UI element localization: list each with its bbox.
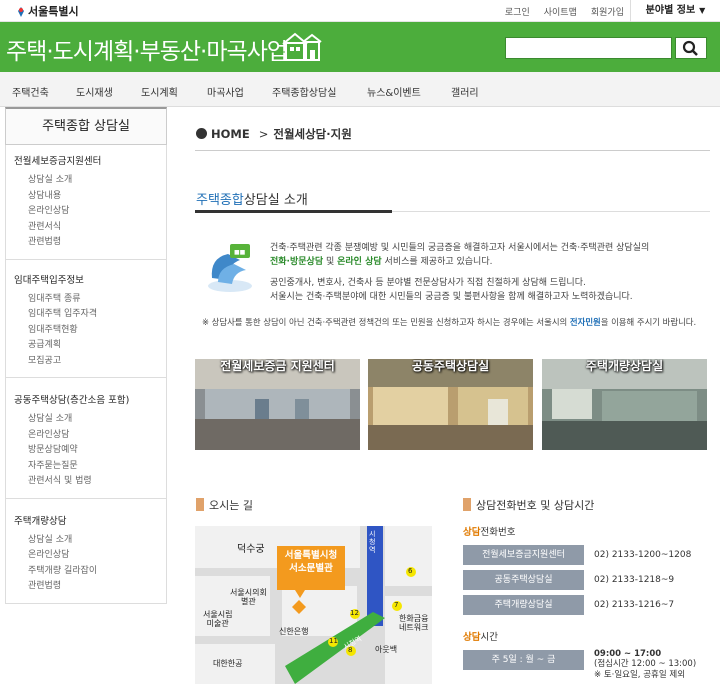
phone-number: 02) 2133-1216~7 [594, 600, 675, 610]
search-input[interactable] [505, 37, 672, 59]
phone-label-deposit: 전월세보증금지원센터 [463, 545, 584, 565]
top-links: 로그인 사이트맵 회원가입 [491, 5, 624, 18]
contact-heading: 상담전화번호 및 상담시간 [463, 497, 594, 513]
nav-housing-building[interactable]: 주택건축 [12, 84, 49, 99]
main-nav: 주택건축 도시재생 도시계획 마곡사업 주택종합상담실 뉴스&이벤트 갤러리 [0, 72, 720, 107]
sidebar-group-rental[interactable]: 임대주택입주정보 [14, 272, 166, 286]
house-icon [282, 32, 322, 61]
sidebar-item[interactable]: 온라인상담 [28, 204, 166, 220]
seoul-logo-icon [18, 7, 24, 17]
breadcrumb: HOME > 전월세상담·지원 [196, 126, 352, 142]
sidebar-item[interactable]: 상담실 소개 [28, 173, 166, 189]
photo-housing-improvement[interactable]: 주택개량상담실 [542, 359, 707, 450]
sidebar-item[interactable]: 온라인상담 [28, 548, 166, 564]
nav-news-events[interactable]: 뉴스&이벤트 [367, 84, 421, 99]
map-label-cityhall: 서울특별시청 서소문별관 [284, 550, 338, 574]
sidebar-item[interactable]: 임대주택현황 [28, 323, 166, 339]
days-label: 주 5일 : 월 ~ 금 [463, 650, 584, 670]
field-info-button[interactable]: 분야별 정보 ▼ [630, 0, 720, 22]
phone-number: 02) 2133-1218~9 [594, 575, 675, 585]
exit-6: 6 [408, 567, 413, 575]
e-civil-link[interactable]: 전자민원 [570, 317, 601, 327]
sidebar-group-improvement[interactable]: 주택개량상담 [14, 513, 166, 527]
breadcrumb-home[interactable]: HOME [211, 127, 250, 141]
exit-12: 12 [350, 609, 359, 617]
sidebar-item[interactable]: 모집공고 [28, 354, 166, 370]
sidebar: 주택종합 상담실 전월세보증금지원센터 상담실 소개 상담내용 온라인상담 관련… [5, 107, 167, 604]
sidebar-item[interactable]: 상담실 소개 [28, 412, 166, 428]
signup-link[interactable]: 회원가입 [591, 8, 624, 18]
chevron-down-icon: ▼ [699, 6, 706, 15]
map-label-shinhan: 신한은행 [279, 627, 309, 636]
sitemap-link[interactable]: 사이트맵 [544, 8, 577, 18]
hours: 09:00 ~ 17:00 [594, 649, 662, 659]
sidebar-item[interactable]: 주택개량 길라잡이 [28, 564, 166, 580]
notice-text: ※ 상담사를 통한 상담이 아닌 건축·주택관련 정책건의 또는 민원을 신청하… [202, 317, 697, 327]
svg-text:■■: ■■ [234, 249, 246, 256]
page-title: 주택종합상담실 소개 [196, 193, 308, 208]
nav-magok[interactable]: 마곡사업 [207, 84, 244, 99]
site-header: 주택·도시계획·부동산·마곡사업 [0, 22, 720, 72]
nav-housing-counseling[interactable]: 주택종합상담실 [272, 84, 336, 99]
login-link[interactable]: 로그인 [505, 8, 530, 18]
breadcrumb-current: 전월세상담·지원 [273, 127, 352, 141]
nav-urban-regeneration[interactable]: 도시재생 [76, 84, 113, 99]
phone-label-improvement: 주택개량상담실 [463, 595, 584, 615]
sidebar-group-deposit[interactable]: 전월세보증금지원센터 [14, 153, 166, 167]
sidebar-item[interactable]: 임대주택 종류 [28, 292, 166, 308]
sidebar-title: 주택종합 상담실 [5, 107, 167, 145]
sidebar-item[interactable]: 관련법령 [28, 235, 166, 251]
bullet-icon [196, 498, 204, 511]
sidebar-item[interactable]: 상담내용 [28, 189, 166, 205]
map-label-cityhall-station: 시청역 [369, 530, 376, 554]
bullet-icon [463, 498, 471, 511]
search-button[interactable] [675, 37, 707, 59]
map-label-outback: 아웃백 [375, 645, 398, 654]
sidebar-item[interactable]: 관련서식 [28, 220, 166, 236]
title-underline [195, 210, 392, 213]
top-bar: 서울특별시 로그인 사이트맵 회원가입 분야별 정보 ▼ [0, 0, 720, 22]
photo-apartment-counseling[interactable]: 공동주택상담실 [368, 359, 533, 450]
sidebar-item[interactable]: 방문상담예약 [28, 443, 166, 459]
phone-label-apartment: 공동주택상담실 [463, 570, 584, 590]
search-icon [682, 40, 698, 56]
home-icon [196, 128, 207, 139]
location-map[interactable]: 덕수궁 서울특별시청 서소문별관 서울시의회 별관 서울시립 미술관 신한은행 … [195, 526, 432, 684]
map-label-airline: 대한한공 [213, 659, 243, 668]
phone-subtitle: 상담전화번호 [463, 527, 516, 538]
holiday-note: ※ 토·일요일, 공휴일 제외 [594, 670, 686, 680]
sidebar-group-apartment[interactable]: 공동주택상담(층간소음 포함) [14, 392, 166, 406]
counseling-illustration-icon: ■■ [208, 244, 252, 292]
sidebar-item[interactable]: 온라인상담 [28, 428, 166, 444]
directions-heading: 오시는 길 [196, 497, 253, 513]
site-title[interactable]: 주택·도시계획·부동산·마곡사업 [6, 32, 288, 66]
map-label-deoksugung: 덕수궁 [237, 544, 265, 555]
map-label-museum: 서울시립 미술관 [203, 610, 233, 628]
exit-7: 7 [394, 601, 399, 609]
intro-text: 건축·주택관련 각종 분쟁예방 및 시민들의 궁금증을 해결하고자 서울시에서는… [270, 243, 650, 302]
sidebar-item[interactable]: 관련서식 및 법령 [28, 474, 166, 490]
exit-11: 11 [329, 637, 338, 645]
seoul-logo[interactable]: 서울특별시 [16, 3, 79, 19]
map-label-hanwha: 한화금융 네트워크 [399, 614, 429, 632]
sidebar-item[interactable]: 공급계획 [28, 338, 166, 354]
phone-number: 02) 2133-1200~1208 [594, 550, 692, 560]
exit-8: 8 [348, 646, 353, 654]
lunch-hours: (점심시간 12:00 ~ 13:00) [594, 659, 697, 669]
sidebar-item[interactable]: 임대주택 입주자격 [28, 307, 166, 323]
sidebar-item[interactable]: 상담실 소개 [28, 533, 166, 549]
nav-urban-planning[interactable]: 도시계획 [141, 84, 178, 99]
sidebar-item[interactable]: 관련법령 [28, 579, 166, 595]
photo-deposit-center[interactable]: 전월세보증금 지원센터 [195, 359, 360, 450]
hours-subtitle: 상담시간 [463, 632, 498, 643]
sidebar-item[interactable]: 자주묻는질문 [28, 459, 166, 475]
nav-gallery[interactable]: 갤러리 [451, 84, 479, 99]
divider [195, 150, 710, 151]
map-label-council: 서울시의회 별관 [230, 588, 267, 606]
